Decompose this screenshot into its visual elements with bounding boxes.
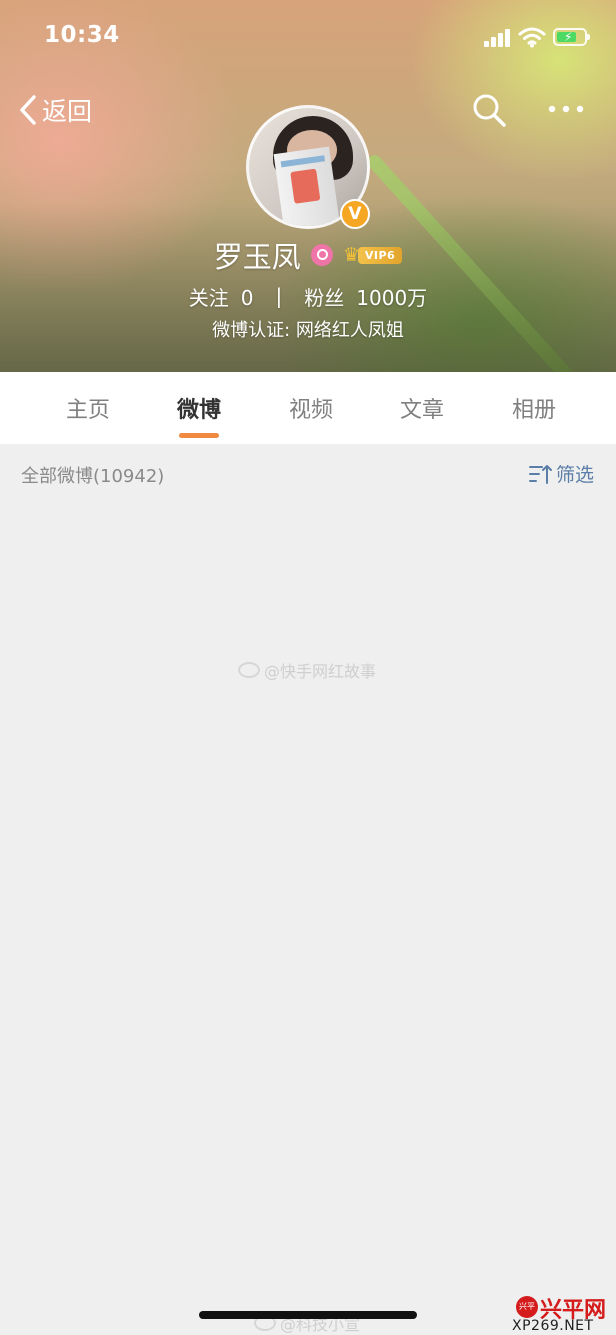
feed-header: 全部微博(10942) 筛选 <box>0 444 616 500</box>
filter-label: 筛选 <box>556 464 595 486</box>
profile-name-row: 罗玉凤 ♛ VIP6 <box>0 236 616 274</box>
tab-album[interactable]: 相册 <box>494 392 574 424</box>
home-indicator[interactable] <box>199 1311 417 1319</box>
followers-label: 粉丝 <box>304 285 345 310</box>
followers-count: 1000万 <box>356 285 428 310</box>
search-icon[interactable] <box>470 91 508 129</box>
filter-button[interactable]: 筛选 <box>528 460 594 487</box>
active-tab-indicator <box>179 433 219 438</box>
back-button[interactable]: 返回 <box>18 88 92 132</box>
vip-badge[interactable]: ♛ VIP6 <box>343 245 403 265</box>
tab-articles[interactable]: 文章 <box>382 392 462 424</box>
status-bar: 10:34 ⚡ <box>0 0 616 76</box>
following-stat[interactable]: 关注 0 <box>189 282 254 311</box>
center-watermark-text: @快手网红故事 <box>264 662 377 681</box>
member-icon[interactable] <box>310 244 333 266</box>
following-count: 0 <box>240 285 254 310</box>
status-time: 10:34 <box>44 22 120 48</box>
stats-separator: | <box>275 284 283 308</box>
more-dots-icon[interactable] <box>546 96 586 122</box>
site-logo: 兴平 兴平网 XP269.NET <box>512 1290 612 1334</box>
cellular-signal-icon <box>484 29 512 47</box>
tab-home[interactable]: 主页 <box>48 392 128 424</box>
tab-video[interactable]: 视频 <box>271 392 351 424</box>
weibo-logo-icon <box>238 662 260 678</box>
chevron-left-icon <box>20 95 36 125</box>
vip-level: VIP6 <box>357 246 403 264</box>
back-label: 返回 <box>42 97 93 126</box>
tab-weibo[interactable]: 微博 <box>159 392 239 424</box>
followers-stat[interactable]: 粉丝 1000万 <box>304 282 427 311</box>
all-weibo-count: 全部微博(10942) <box>21 466 165 487</box>
site-seal: 兴平 <box>516 1296 538 1318</box>
profile-name: 罗玉凤 <box>213 240 301 274</box>
site-url: XP269.NET <box>512 1318 594 1334</box>
wifi-icon <box>518 27 546 48</box>
center-watermark: @快手网红故事 <box>238 658 376 682</box>
profile-stats: 关注 0 | 粉丝 1000万 <box>0 281 616 311</box>
filter-sort-icon <box>529 464 552 484</box>
verification-text: 微博认证: 网络红人凤姐 <box>212 320 404 341</box>
verified-v-icon: V <box>340 199 370 229</box>
profile-tabs: 主页 微博 视频 文章 相册 <box>0 372 616 444</box>
battery-charging-icon: ⚡ <box>553 28 590 46</box>
following-label: 关注 <box>188 285 229 310</box>
